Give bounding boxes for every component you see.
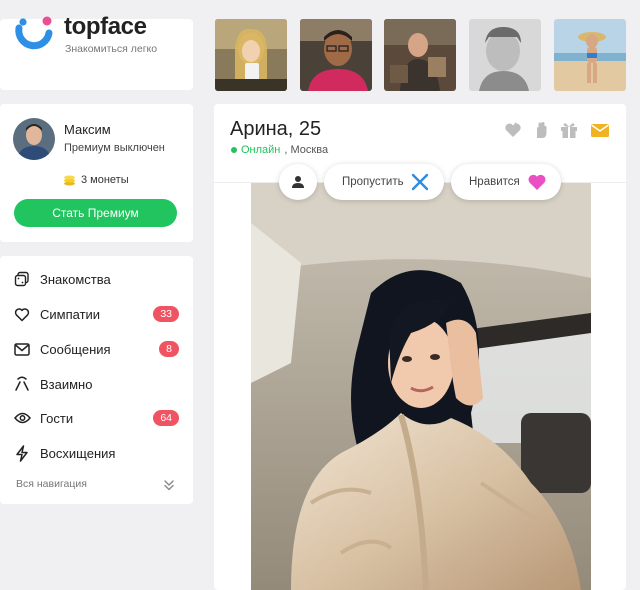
photo-strip-item[interactable] (384, 19, 456, 91)
premium-status: Премиум выключен (64, 142, 165, 154)
coins-balance[interactable]: 3 монеты (63, 174, 129, 186)
online-dot-icon (231, 147, 237, 153)
skip-button[interactable]: Пропустить (324, 164, 444, 200)
count-badge: 8 (159, 341, 179, 357)
nav-item-messages[interactable]: Сообщения 8 (0, 336, 193, 362)
avatar[interactable] (13, 118, 55, 160)
nav-item-label: Симпатии (40, 306, 101, 322)
person-icon (292, 176, 304, 188)
profile-name-age: Арина, 25 (230, 118, 322, 140)
lightning-icon (13, 444, 31, 462)
open-profile-button[interactable] (279, 164, 317, 200)
hand-icon[interactable] (531, 121, 551, 139)
nav-item-label: Гости (40, 410, 74, 426)
gift-icon[interactable] (559, 121, 579, 139)
topface-logo-icon[interactable] (14, 14, 54, 54)
coins-icon (64, 175, 75, 186)
nav-item-dating[interactable]: Знакомства (0, 266, 193, 292)
photo-strip-item[interactable] (469, 19, 541, 91)
online-status: Онлайн, Москва (231, 144, 328, 156)
envelope-icon (13, 340, 31, 358)
logo-tagline: Знакомиться легко (65, 43, 158, 55)
online-label: Онлайн (241, 144, 281, 156)
nav-item-label: Сообщения (40, 341, 111, 357)
user-photo-3 (384, 19, 456, 91)
skip-label: Пропустить (342, 176, 404, 188)
nav-item-likes[interactable]: Симпатии 33 (0, 301, 193, 327)
logo-wordmark[interactable]: topface (64, 13, 147, 41)
nav-item-admirations[interactable]: Восхищения (0, 440, 193, 466)
user-photo-4 (469, 19, 541, 91)
heart-gift-icon[interactable] (503, 121, 523, 139)
dating-icon (13, 270, 31, 288)
heart-icon (13, 305, 31, 323)
close-icon (411, 173, 429, 191)
become-premium-button[interactable]: Стать Премиум (14, 199, 177, 227)
photo-strip-item[interactable] (554, 19, 626, 91)
mutual-icon (13, 375, 31, 393)
profile-photo[interactable] (251, 183, 591, 590)
nav-item-guests[interactable]: Гости 64 (0, 405, 193, 431)
all-navigation-link[interactable]: Вся навигация (16, 478, 87, 490)
nav-item-mutual[interactable]: Взаимно (0, 371, 193, 397)
profile-city: , Москва (284, 144, 329, 156)
nav-item-label: Знакомства (40, 271, 111, 287)
count-badge: 64 (153, 410, 179, 426)
mail-icon[interactable] (590, 121, 610, 139)
photo-strip-item[interactable] (300, 19, 372, 91)
count-badge: 33 (153, 306, 179, 322)
nav-item-label: Взаимно (40, 376, 93, 392)
heart-icon (528, 174, 546, 190)
eye-icon (13, 409, 31, 427)
user-photo-1 (215, 19, 287, 91)
coins-label: 3 монеты (81, 174, 129, 186)
user-photo-5 (554, 19, 626, 91)
user-photo-2 (300, 19, 372, 91)
user-name[interactable]: Максим (64, 122, 111, 137)
chevron-down-icon[interactable] (162, 478, 176, 492)
like-button[interactable]: Нравится (451, 164, 561, 200)
nav-item-label: Восхищения (40, 445, 116, 461)
photo-strip-item[interactable] (215, 19, 287, 91)
like-label: Нравится (469, 176, 520, 188)
